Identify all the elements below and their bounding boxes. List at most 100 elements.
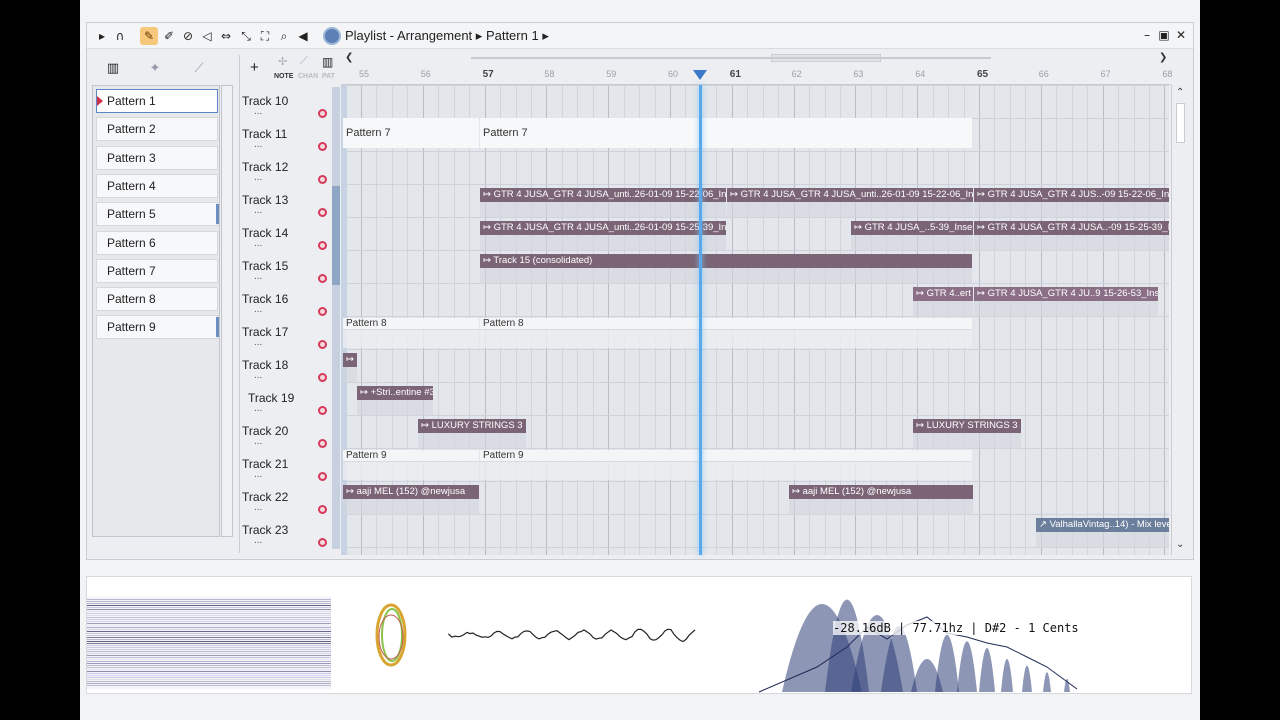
track-record-icon[interactable] [318, 142, 327, 151]
minimize-icon[interactable]: – [1139, 27, 1155, 43]
track-name[interactable]: Track 17 [242, 325, 288, 339]
track-header-row[interactable]: Track 14... [240, 219, 340, 252]
vertical-scroll-thumb[interactable] [1176, 103, 1185, 143]
track-record-icon[interactable] [318, 274, 327, 283]
playlist-clip[interactable]: ↦ aaji MEL (152) @newjusa [343, 485, 479, 499]
track-header-row[interactable]: Track 19... [240, 384, 340, 417]
track-options-icon[interactable]: ... [254, 304, 262, 315]
playlist-clip[interactable]: Pattern 8 [343, 318, 479, 330]
track-name[interactable]: Track 11 [242, 127, 287, 141]
track-name[interactable]: Track 12 [242, 160, 288, 174]
track-name[interactable]: Track 18 [242, 358, 288, 372]
track-record-icon[interactable] [318, 241, 327, 250]
clip-body[interactable] [913, 301, 973, 317]
pattern-list-item[interactable]: Pattern 8 [96, 287, 218, 312]
magnet-snap-icon[interactable]: ∩ [111, 27, 129, 45]
pat-mode-icon[interactable]: ▥ [322, 55, 333, 69]
track-options-icon[interactable]: ... [254, 469, 262, 480]
track-name[interactable]: Track 15 [242, 259, 288, 273]
timeline-ruler[interactable]: 55 56 57 58 59 60 61 62 63 64 65 66 67 68 [341, 67, 1172, 85]
track-options-icon[interactable]: ... [254, 139, 262, 150]
mute-icon[interactable]: ◁ [198, 27, 216, 45]
playlist-clip[interactable]: ↦ LUXURY STRINGS 3 [913, 419, 1021, 433]
note-mode-icon[interactable]: ✢ [278, 55, 287, 68]
clip-body[interactable] [418, 433, 526, 449]
chan-mode-label[interactable]: CHAN [298, 73, 318, 80]
track-record-icon[interactable] [318, 208, 327, 217]
track-header-row[interactable]: Track 17... [240, 318, 340, 351]
track-options-icon[interactable]: ... [254, 172, 262, 183]
track-header-row[interactable]: Track 16... [240, 285, 340, 318]
track-record-icon[interactable] [318, 109, 327, 118]
pat-mode-label[interactable]: PAT [322, 73, 335, 80]
track-header-row[interactable]: Track 23... [240, 516, 340, 549]
maximize-icon[interactable]: ▣ [1156, 27, 1172, 43]
automation-icon[interactable]: ⟋ [189, 61, 209, 79]
track-header-row[interactable]: Track 15... [240, 252, 340, 285]
track-record-icon[interactable] [318, 505, 327, 514]
track-options-icon[interactable]: ... [254, 337, 262, 348]
zoom-icon[interactable]: ⌕ [275, 27, 293, 45]
track-options-icon[interactable]: ... [254, 271, 262, 282]
track-name[interactable]: Track 16 [242, 292, 288, 306]
clip-body[interactable] [343, 499, 479, 515]
track-options-icon[interactable]: ... [254, 205, 262, 216]
pattern-list-item[interactable]: Pattern 2 [96, 117, 218, 142]
draw-pencil-icon[interactable]: ✎ [140, 27, 158, 45]
clip-body[interactable] [913, 433, 1021, 449]
playback-speaker-icon[interactable]: ◀ [294, 27, 312, 45]
playlist-clip[interactable]: ↦ GTR 4 JUSA_GTR 4 JUSA_unti..26-01-09 1… [480, 221, 726, 235]
note-mode-label[interactable]: NOTE [274, 73, 293, 80]
track-name[interactable]: Track 14 [242, 226, 288, 240]
clip-body[interactable] [974, 202, 1169, 218]
track-options-icon[interactable]: ... [254, 502, 262, 513]
playhead-marker-icon[interactable] [693, 70, 707, 80]
breadcrumb-pattern[interactable]: Pattern 1 [486, 28, 539, 43]
track-options-icon[interactable]: ... [254, 238, 262, 249]
clip-body[interactable] [480, 202, 726, 218]
track-header-row[interactable]: Track 10... [240, 87, 340, 120]
clip-body[interactable] [480, 268, 972, 284]
audio-wave-icon[interactable]: ✦ [145, 61, 165, 79]
track-name[interactable]: Track 22 [242, 490, 288, 504]
horizontal-overview-scrollbar[interactable]: ❮ ❯ [341, 49, 1171, 67]
playlist-clip[interactable]: ↦ GTR 4 JUSA_GTR 4 JUSA_unti..26-01-09 1… [480, 188, 726, 202]
track-header-row[interactable]: Track 13... [240, 186, 340, 219]
track-header-row[interactable]: Track 22... [240, 483, 340, 516]
track-options-icon[interactable]: ... [254, 403, 262, 414]
track-name[interactable]: Track 13 [242, 193, 288, 207]
playlist-clip[interactable]: ↦ GTR 4 JUSA_GTR 4 JUS..-09 15-22-06_Ins… [974, 188, 1169, 202]
track-record-icon[interactable] [318, 439, 327, 448]
playlist-clip[interactable]: ↦ GTR 4 JUSA_GTR 4 JUSA..-09 15-25-39_In… [974, 221, 1169, 235]
pattern-list-item[interactable]: Pattern 3 [96, 145, 218, 170]
scroll-left-icon[interactable]: ❮ [345, 52, 353, 63]
playlist-clip[interactable]: ↦ Track 15 (consolidated) [480, 254, 972, 268]
track-name[interactable]: Track 23 [242, 523, 288, 537]
clip-body[interactable] [357, 400, 433, 416]
slice-icon[interactable]: ⤡ [237, 27, 255, 45]
pattern-list-scrollbar[interactable] [221, 85, 233, 537]
track-options-icon[interactable]: ... [254, 535, 262, 546]
slip-icon[interactable]: ⇔ [217, 27, 235, 45]
track-name[interactable]: Track 20 [242, 424, 288, 438]
playlist-clip[interactable]: ↦ LUXURY STRINGS 3 [418, 419, 526, 433]
pattern-list-item[interactable]: Pattern 9 [96, 315, 219, 340]
pattern-list-item[interactable]: Pattern 1 [96, 89, 218, 113]
playlist-clip[interactable]: ↗ ValhallaVintag..14) - Mix level [1036, 518, 1169, 532]
scroll-right-icon[interactable]: ❯ [1159, 52, 1167, 63]
track-options-icon[interactable]: ... [254, 370, 262, 381]
chan-mode-icon[interactable]: ⟋ [300, 55, 308, 68]
playlist-clip[interactable]: ↦ [343, 353, 357, 367]
track-record-icon[interactable] [318, 406, 327, 415]
track-name[interactable]: Track 21 [242, 457, 288, 471]
playlist-clip[interactable]: ↦ GTR 4 JUSA_..5-39_Insert 1 [851, 221, 973, 235]
menu-arrow-icon[interactable]: ▸ [93, 27, 111, 45]
track-record-icon[interactable] [318, 373, 327, 382]
playlist-clip[interactable]: ↦ aaji MEL (152) @newjusa [789, 485, 973, 499]
clip-body[interactable] [1036, 532, 1169, 548]
track-record-icon[interactable] [318, 472, 327, 481]
track-record-icon[interactable] [318, 175, 327, 184]
clip-body[interactable] [343, 367, 357, 383]
pattern-clip-body[interactable] [480, 330, 972, 348]
track-header-row[interactable]: Track 21... [240, 450, 340, 483]
